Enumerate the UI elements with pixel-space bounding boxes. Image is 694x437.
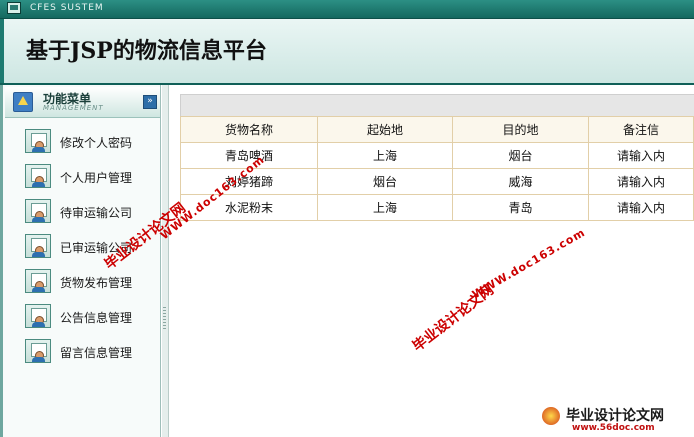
table-row: 水泥粉末 上海 青岛 请输入内 — [180, 194, 694, 221]
sidebar-item-change-password[interactable]: 修改个人密码 — [25, 129, 155, 155]
cell-origin: 烟台 — [316, 168, 454, 195]
column-header-remarks: 备注信 — [588, 116, 694, 143]
cell-destination: 威海 — [452, 168, 590, 195]
sidebar-item-label[interactable]: 公告信息管理 — [60, 309, 132, 326]
system-window-icon — [7, 2, 21, 14]
footer-logo-text: 毕业设计论文网 — [566, 408, 664, 424]
user-doc-icon — [25, 199, 51, 223]
sidebar-item-cargo-publish[interactable]: 货物发布管理 — [25, 269, 155, 295]
user-doc-icon — [25, 269, 51, 293]
sidebar-menu-header: 功能菜单 MANAGEMENT » — [5, 87, 160, 118]
user-doc-icon — [25, 234, 51, 258]
table-toolbar — [180, 94, 694, 117]
sidebar-item-label[interactable]: 货物发布管理 — [60, 274, 132, 291]
user-doc-icon — [25, 129, 51, 153]
sidebar-item-label[interactable]: 个人用户管理 — [60, 169, 132, 186]
sidebar-item-messages[interactable]: 留言信息管理 — [25, 339, 155, 365]
cell-remarks[interactable]: 请输入内 — [588, 168, 694, 195]
cell-destination: 青岛 — [452, 194, 590, 221]
cell-origin: 上海 — [316, 142, 454, 169]
page-title: 基于JSP的物流信息平台 — [26, 38, 267, 64]
table-header-row: 货物名称 起始地 目的地 备注信 — [180, 116, 694, 143]
column-header-destination: 目的地 — [452, 116, 590, 143]
splitter-grip-icon[interactable] — [163, 307, 166, 329]
cell-remarks[interactable]: 请输入内 — [588, 142, 694, 169]
system-title-bar: CFES SUSTEM — [0, 0, 694, 19]
column-header-origin: 起始地 — [316, 116, 454, 143]
sidebar-item-announcements[interactable]: 公告信息管理 — [25, 304, 155, 330]
cell-destination: 烟台 — [452, 142, 590, 169]
sidebar-menu-subtitle: MANAGEMENT — [43, 104, 104, 112]
sidebar-item-personal-users[interactable]: 个人用户管理 — [25, 164, 155, 190]
footer-logo-url: www.56doc.com — [572, 423, 655, 433]
sidebar-item-label[interactable]: 留言信息管理 — [60, 344, 132, 361]
system-label: CFES SUSTEM — [30, 3, 104, 13]
table-row: 刘婷猪蹄 烟台 威海 请输入内 — [180, 168, 694, 195]
user-doc-icon — [25, 304, 51, 328]
sidebar: 功能菜单 MANAGEMENT » 修改个人密码 个人用户管理 待审运输公司 已… — [0, 85, 161, 437]
sidebar-splitter[interactable] — [162, 85, 169, 437]
logo-mark-icon — [542, 407, 560, 425]
upload-icon — [13, 92, 33, 112]
footer-logo: 毕业设计论文网 www.56doc.com — [540, 403, 694, 437]
header-accent-stripe — [0, 19, 4, 83]
user-doc-icon — [25, 164, 51, 188]
cell-origin: 上海 — [316, 194, 454, 221]
cell-remarks[interactable]: 请输入内 — [588, 194, 694, 221]
collapse-menu-icon[interactable]: » — [143, 95, 157, 109]
page-header: 基于JSP的物流信息平台 — [0, 19, 694, 85]
user-doc-icon — [25, 339, 51, 363]
sidebar-item-label[interactable]: 待审运输公司 — [60, 204, 132, 221]
main-content: 货物名称 起始地 目的地 备注信 青岛啤酒 上海 烟台 请输入内 刘婷猪蹄 烟台… — [169, 85, 694, 437]
column-header-cargo-name: 货物名称 — [180, 116, 318, 143]
sidebar-item-pending-carriers[interactable]: 待审运输公司 — [25, 199, 155, 225]
sidebar-item-label[interactable]: 修改个人密码 — [60, 134, 132, 151]
